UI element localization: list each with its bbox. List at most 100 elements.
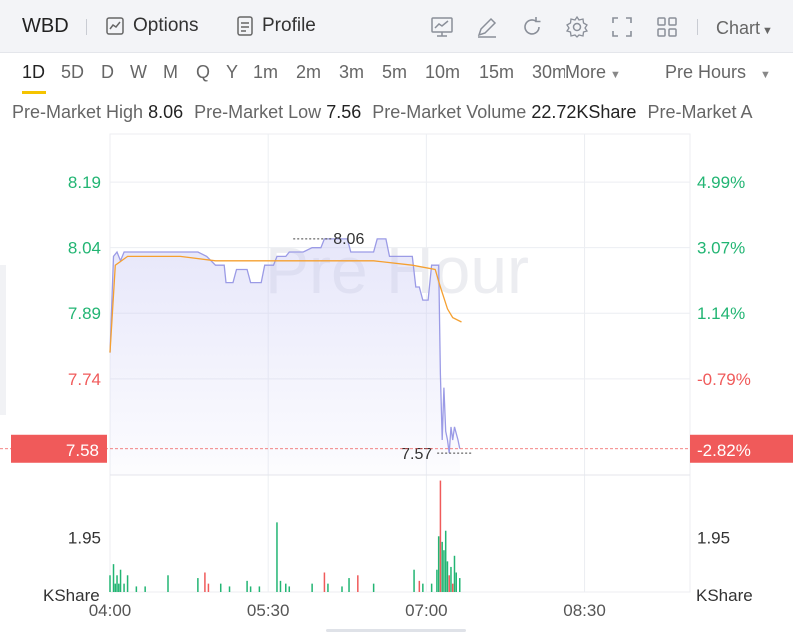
volume-bar	[455, 572, 457, 592]
period-tabs: 1D 5D D W M Q Y 1m 2m 3m 5m 10m 15m 30m …	[0, 52, 793, 94]
volume-bar	[135, 586, 138, 592]
volume-bar	[123, 583, 125, 592]
toolbar-divider	[697, 19, 698, 35]
draw-pen-icon[interactable]	[475, 15, 499, 39]
y-tick-percent-label: -0.79%	[697, 370, 751, 389]
options-label: Options	[133, 15, 199, 36]
tab-period-3m[interactable]: 3m	[339, 62, 364, 83]
tab-period-quarter[interactable]: Q	[196, 62, 210, 83]
options-chart-icon	[106, 17, 124, 35]
x-tick-label: 05:30	[247, 601, 290, 620]
chart-type-dropdown[interactable]: Chart ▼	[716, 18, 773, 39]
profile-label: Profile	[262, 15, 316, 36]
fullscreen-icon[interactable]	[610, 15, 634, 39]
volume-bar	[418, 580, 421, 592]
volume-bar	[357, 575, 359, 592]
pre-market-high-label: Pre-Market High	[12, 102, 144, 122]
settings-gear-icon[interactable]	[565, 15, 589, 39]
max-price-label: 8.06	[333, 231, 364, 248]
volume-bar	[437, 536, 440, 592]
y-tick-percent-label: 3.07%	[697, 239, 745, 258]
pre-market-volume-value: 22.72KShare	[531, 102, 637, 122]
y-tick-label: 8.19	[68, 173, 101, 192]
volume-bar	[276, 522, 278, 592]
tab-period-5m[interactable]: 5m	[382, 62, 407, 83]
volume-unit-label-right: KShare	[696, 586, 753, 605]
price-chart[interactable]: 04:00 05:30 07:00 08:308.19 4.99%8.04 3.07%7.…	[0, 130, 793, 620]
y-tick-percent-label: 1.14%	[697, 304, 745, 323]
tab-period-1d[interactable]: 1D	[22, 62, 45, 83]
volume-bar	[288, 586, 291, 592]
x-tick-label: 08:30	[563, 601, 606, 620]
tab-period-30m[interactable]: 30m	[532, 62, 565, 83]
volume-bar	[451, 583, 454, 592]
x-tick-label: 07:00	[405, 601, 448, 620]
more-periods-dropdown[interactable]: More ▼	[565, 62, 621, 83]
tab-period-week[interactable]: W	[130, 62, 147, 83]
volume-bar	[450, 566, 452, 592]
volume-bar	[459, 578, 461, 592]
profile-button[interactable]: Profile	[236, 15, 316, 37]
pre-market-low-value: 7.56	[326, 102, 362, 122]
chart-type-label: Chart	[716, 18, 761, 38]
chart-scrollbar[interactable]	[326, 629, 466, 632]
tab-period-15m[interactable]: 15m	[479, 62, 514, 83]
volume-bar	[246, 580, 248, 592]
toolbar: WBD Options Profile Chart ▼	[0, 0, 793, 53]
volume-bar	[228, 586, 231, 592]
volume-bar	[114, 583, 117, 592]
tab-period-5d[interactable]: 5D	[61, 62, 84, 83]
pre-market-avg-label: Pre-Market A	[647, 102, 753, 122]
y-tick-percent-label: 4.99%	[697, 173, 745, 192]
tab-period-10m[interactable]: 10m	[425, 62, 460, 83]
volume-bar	[448, 575, 450, 592]
volume-bar	[118, 583, 120, 592]
y-tick-label: 7.74	[68, 370, 101, 389]
pre-market-high-value: 8.06	[148, 102, 184, 122]
tab-period-day[interactable]: D	[101, 62, 114, 83]
layout-grid-icon[interactable]	[655, 15, 679, 39]
volume-bar	[207, 583, 210, 592]
tab-period-1m[interactable]: 1m	[253, 62, 278, 83]
volume-bar	[112, 564, 115, 592]
profile-document-icon	[237, 16, 253, 36]
volume-bar	[323, 572, 326, 592]
refresh-icon[interactable]	[520, 15, 544, 39]
caret-down-icon: ▼	[760, 69, 771, 81]
current-percent-value: -2.82%	[697, 441, 751, 460]
more-label: More	[565, 62, 607, 82]
pre-market-stats: Pre-Market High 8.06 Pre-Market Low 7.56…	[12, 102, 793, 123]
tab-period-month[interactable]: M	[163, 62, 178, 83]
options-button[interactable]: Options	[105, 15, 198, 37]
session-dropdown[interactable]: Pre Hours ▼	[665, 62, 771, 83]
tab-period-year[interactable]: Y	[226, 62, 238, 83]
volume-unit-label: KShare	[43, 586, 100, 605]
volume-tick-label: 1.95	[68, 529, 101, 548]
volume-bar	[439, 480, 442, 592]
volume-bar	[443, 550, 445, 592]
tab-period-2m[interactable]: 2m	[296, 62, 321, 83]
caret-down-icon: ▼	[762, 25, 773, 37]
volume-bar	[167, 575, 169, 592]
volume-bar	[444, 530, 447, 592]
volume-bar	[422, 583, 424, 592]
volume-bar	[285, 583, 287, 592]
volume-bar	[109, 575, 111, 592]
volume-bar	[327, 583, 329, 592]
volume-bar	[341, 586, 343, 592]
volume-bar	[430, 583, 433, 592]
pre-market-low-label: Pre-Market Low	[194, 102, 322, 122]
volume-bar	[372, 583, 375, 592]
volume-bar	[279, 580, 282, 592]
stock-symbol: WBD	[22, 15, 69, 37]
volume-bar	[441, 541, 443, 592]
volume-bar	[249, 586, 252, 592]
volume-bar	[311, 583, 313, 592]
volume-bar	[204, 572, 206, 592]
volume-bar	[446, 561, 449, 592]
volume-bar	[144, 586, 146, 592]
volume-bar	[219, 583, 222, 592]
volume-bar	[436, 569, 438, 592]
indicator-chart-icon[interactable]	[430, 15, 454, 39]
session-label: Pre Hours	[665, 62, 747, 82]
